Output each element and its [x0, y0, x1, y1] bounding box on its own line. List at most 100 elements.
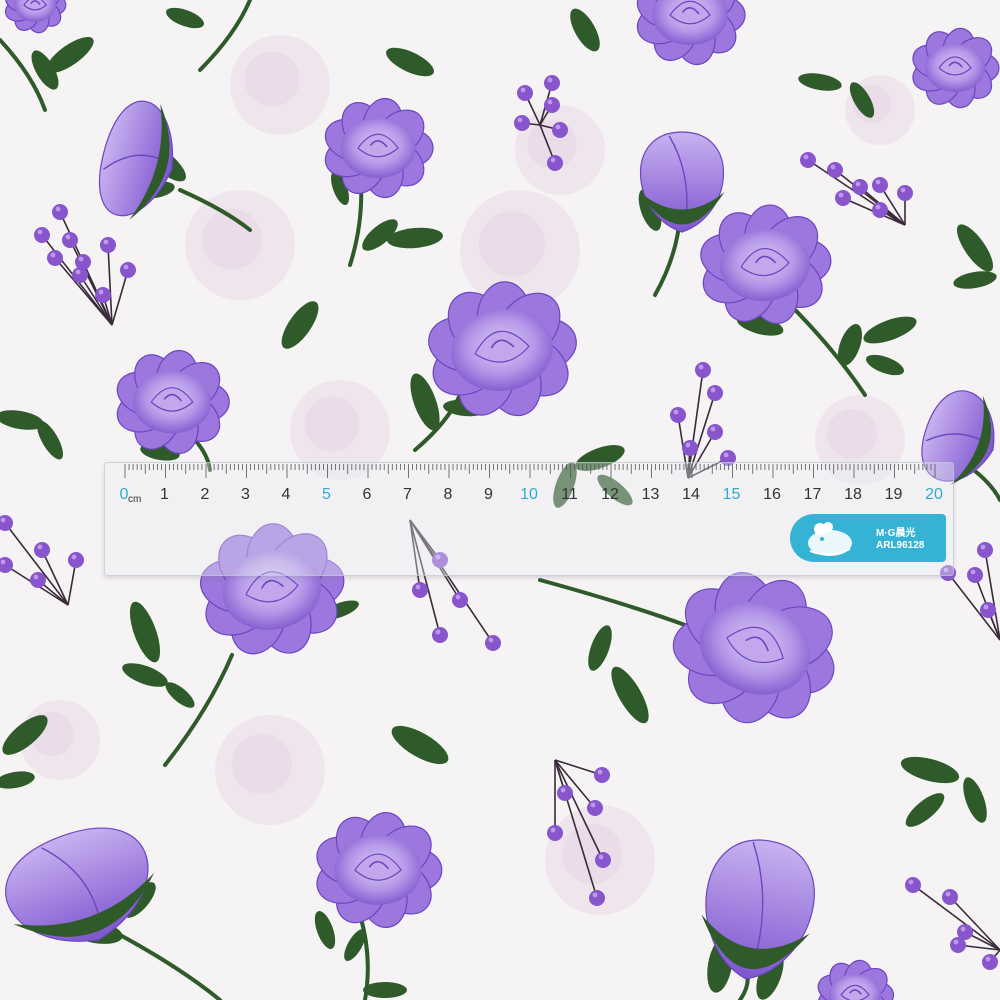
leaf: [386, 47, 434, 77]
berry: [587, 800, 603, 816]
berry: [452, 592, 468, 608]
berry-sprig: [800, 152, 913, 226]
rose: [636, 0, 746, 66]
berry-sprig: [905, 877, 1000, 970]
ruler-cm-label: 9: [484, 486, 493, 503]
berry: [485, 635, 501, 651]
berry: [547, 825, 563, 841]
ruler-cm-label: 13: [641, 486, 660, 503]
berry: [827, 162, 843, 178]
berry: [835, 190, 851, 206]
berry: [707, 385, 723, 401]
leaf: [798, 73, 842, 91]
leaf: [37, 420, 63, 460]
ruler-cm-label: 10: [520, 486, 538, 503]
berry: [942, 889, 958, 905]
leaf: [611, 666, 649, 724]
rose: [116, 349, 230, 455]
berry: [517, 85, 533, 101]
ruler-cm-label: 18: [844, 486, 862, 503]
berry: [30, 572, 46, 588]
ruler-cm-label: 20: [925, 486, 943, 503]
berry: [547, 155, 563, 171]
berry: [950, 937, 966, 953]
rose-bud: [5, 827, 155, 942]
berry: [872, 202, 888, 218]
ruler-cm-label: 12: [601, 486, 619, 503]
rose: [4, 0, 67, 34]
berry: [682, 440, 698, 456]
berry: [594, 767, 610, 783]
berry: [707, 424, 723, 440]
leaf: [900, 756, 960, 784]
ruler-cm-label: 11: [561, 486, 578, 503]
berry: [589, 890, 605, 906]
berry-sprig: [0, 515, 84, 606]
leaf: [588, 625, 612, 671]
berry: [852, 179, 868, 195]
ruler-model-code: ARL96128: [876, 540, 925, 551]
berry: [0, 557, 13, 573]
ruler-cm-label: 2: [200, 486, 210, 503]
berry: [595, 852, 611, 868]
ruler-unit-label: cm: [128, 494, 142, 505]
leaf: [122, 663, 168, 687]
leaf: [281, 301, 319, 349]
berry: [34, 227, 50, 243]
berry: [967, 567, 983, 583]
leaf: [129, 601, 161, 663]
berry: [62, 232, 78, 248]
berry: [0, 515, 13, 531]
leaf: [953, 271, 997, 289]
rose: [912, 27, 1000, 109]
leaf: [0, 771, 35, 789]
leaf: [314, 911, 336, 949]
berry: [905, 877, 921, 893]
berry: [670, 407, 686, 423]
berry: [557, 785, 573, 801]
berry: [72, 267, 88, 283]
berry-sprig: [34, 204, 136, 326]
ruler-cm-label: 7: [403, 486, 412, 503]
ruler-cm-label: 14: [682, 486, 700, 503]
berry: [432, 627, 448, 643]
berry: [977, 542, 993, 558]
berry: [52, 204, 68, 220]
berry: [552, 122, 568, 138]
leaf: [165, 682, 195, 708]
leaf: [363, 982, 407, 998]
fabric-photo: 0 1 2 3 4 5 6 7 8 9 10 11 12 13 14 15 16 17 18 19 20 cm M·G晨…: [0, 0, 1000, 1000]
berry: [100, 237, 116, 253]
ruler-cm-label: 3: [241, 486, 250, 503]
berry: [47, 250, 63, 266]
ruler-cm-label: 16: [763, 486, 781, 503]
ruler-brand: M·G晨光: [876, 528, 916, 539]
faint-rose: [185, 190, 295, 300]
berry: [544, 97, 560, 113]
leaf: [905, 793, 945, 827]
berry: [872, 177, 888, 193]
rose-bud: [98, 100, 174, 220]
ruler-cm-label: 6: [362, 486, 372, 503]
leaf: [570, 8, 600, 52]
ruler-cm-label: 1: [160, 486, 169, 503]
leaf: [166, 7, 204, 29]
leaf: [956, 224, 994, 272]
berry: [120, 262, 136, 278]
berry: [897, 185, 913, 201]
rose: [817, 959, 895, 1000]
rose: [316, 812, 443, 928]
leaf: [866, 354, 904, 376]
berry: [695, 362, 711, 378]
ruler-cm-label: 4: [281, 486, 291, 503]
stem: [538, 578, 687, 627]
ruler-cm-label: 15: [722, 486, 741, 503]
leaf: [963, 777, 987, 823]
berry: [544, 75, 560, 91]
berry: [514, 115, 530, 131]
ruler-cm-label: 8: [443, 486, 453, 503]
berry: [982, 954, 998, 970]
faint-rose: [230, 35, 330, 135]
leaf: [863, 316, 917, 344]
ruler-cm-label: 5: [322, 486, 331, 503]
